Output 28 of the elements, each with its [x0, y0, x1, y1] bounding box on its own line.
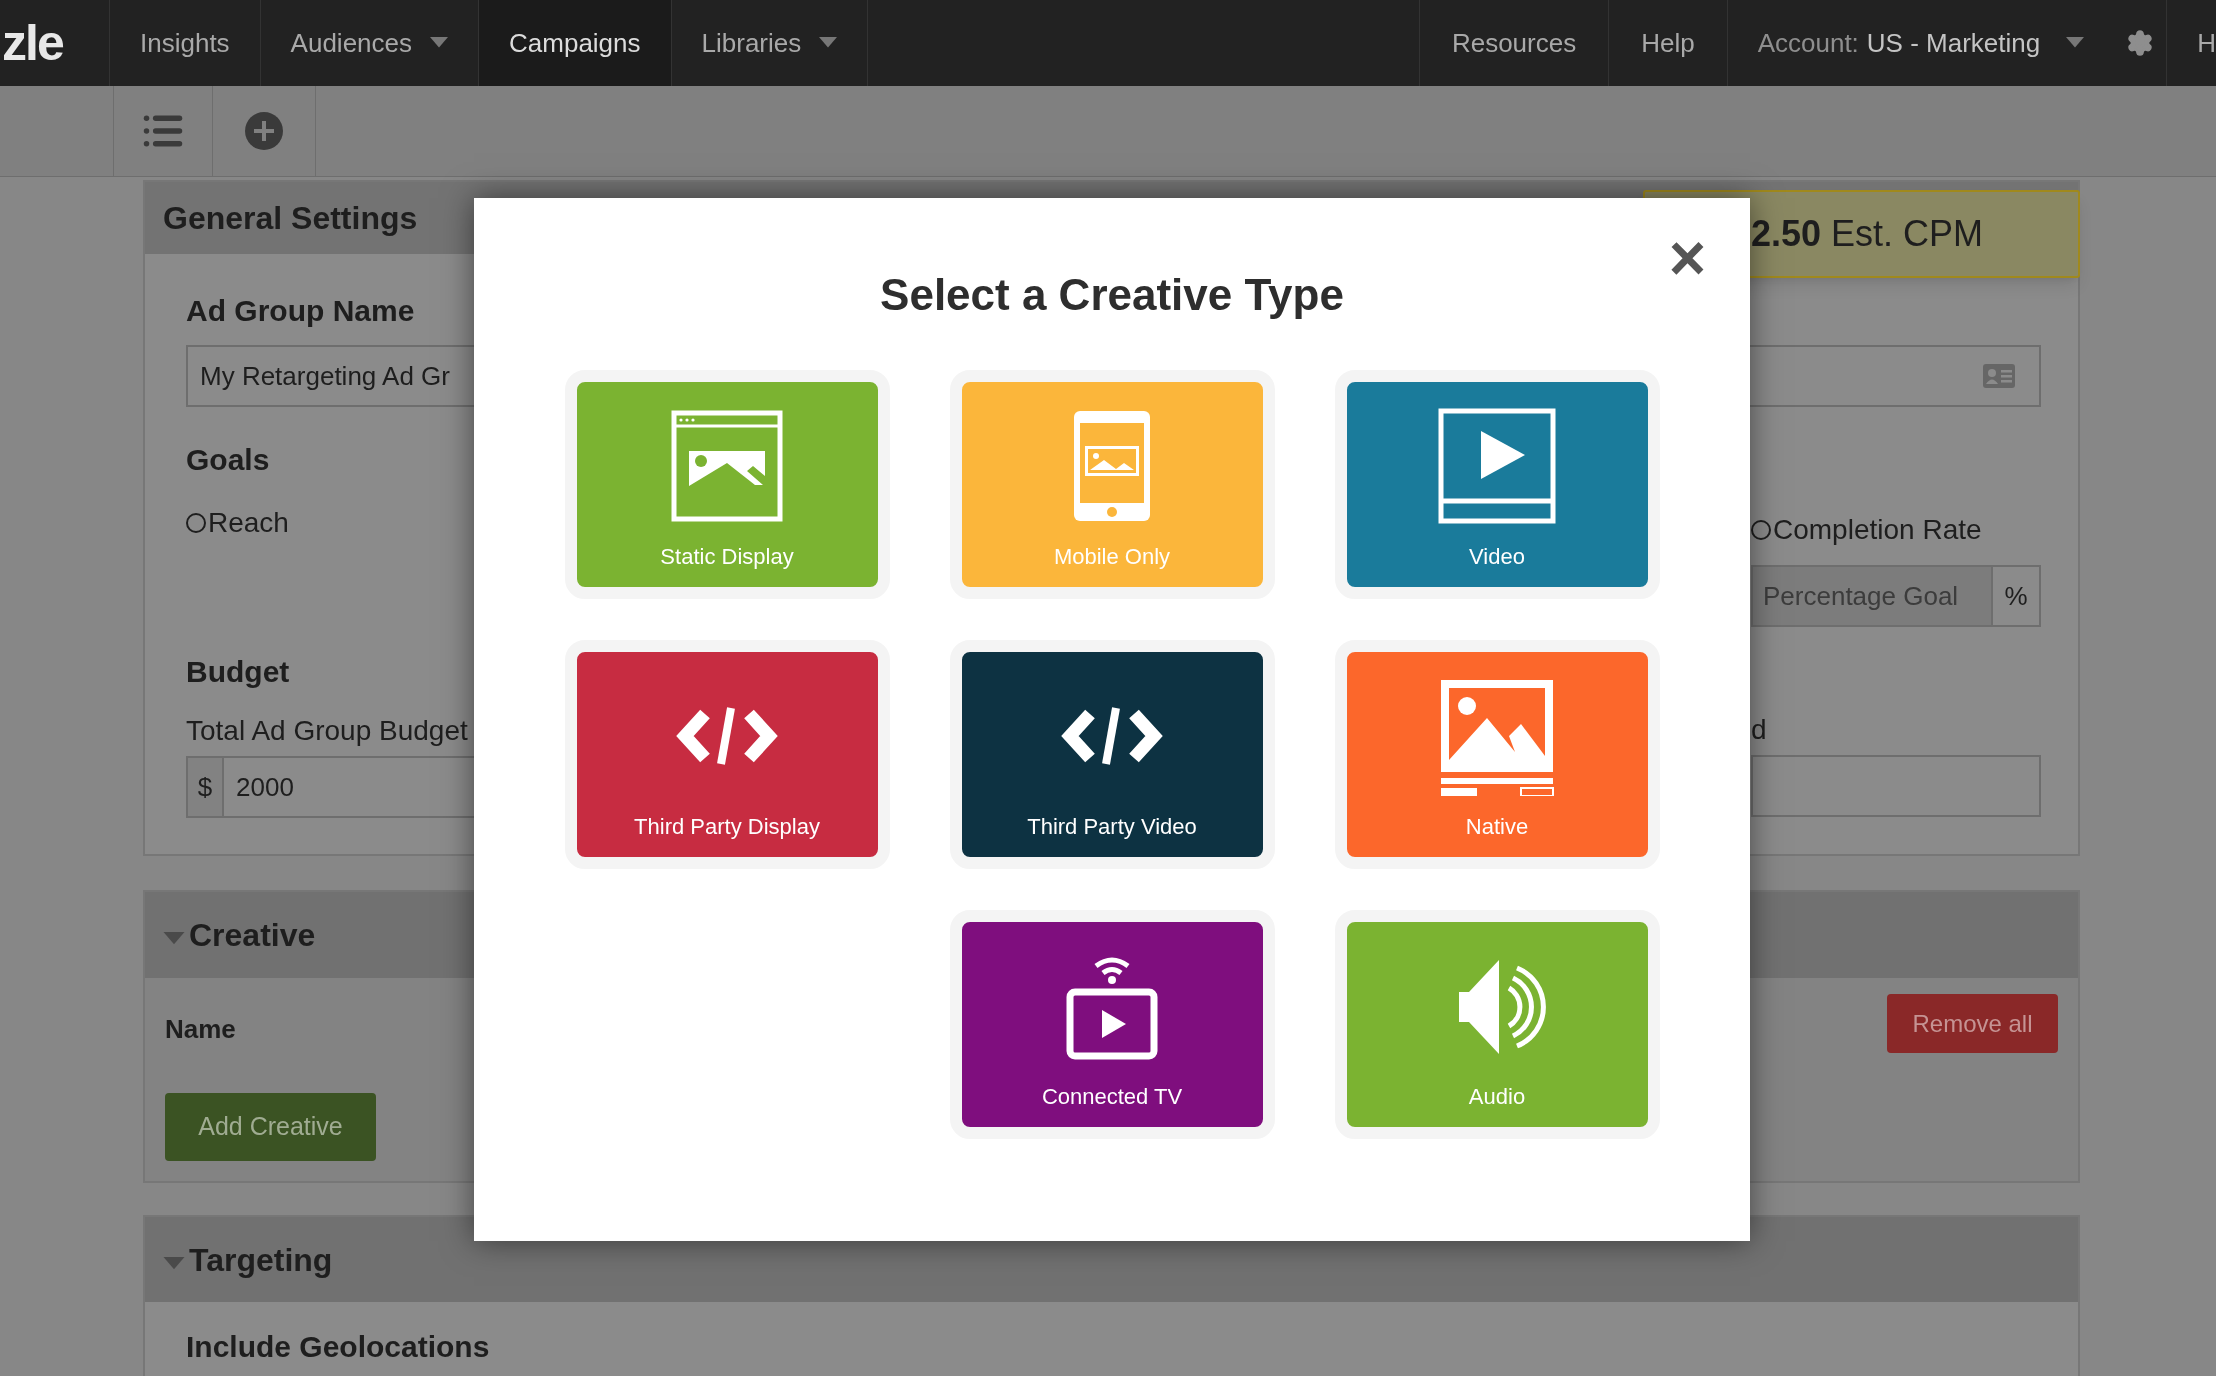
section-label: Goals: [186, 442, 270, 478]
panel-title: Targeting: [189, 1240, 333, 1280]
modal-title: Select a Creative Type: [880, 269, 1344, 321]
column-header: Name: [165, 1013, 237, 1046]
panel-title: General Settings: [163, 199, 418, 238]
caret-icon: [2066, 37, 2085, 49]
radio-label: Completion Rate: [1773, 513, 1982, 547]
field-label: Total Ad Group Budget: [186, 714, 468, 748]
creative-type-tile[interactable]: Connected TV: [949, 910, 1275, 1139]
radio-label: Reach: [208, 506, 289, 540]
field-label: d: [1751, 713, 1767, 747]
panel-title: Creative: [189, 916, 316, 955]
nav-item[interactable]: Campaigns: [479, 0, 672, 86]
radio-button[interactable]: [186, 513, 206, 533]
section-label: Include Geolocations: [186, 1329, 490, 1365]
field-label: Ad Group Name: [186, 293, 415, 329]
percent-addon: %: [1993, 565, 2041, 627]
contact-card-icon: [1983, 364, 2015, 388]
section-label: Budget: [186, 654, 290, 690]
video-player-icon: [1437, 406, 1557, 526]
list-icon[interactable]: [113, 86, 213, 176]
creative-type-tile[interactable]: Video: [1334, 370, 1660, 599]
add-creative-button[interactable]: Add Creative: [165, 1093, 376, 1161]
currency-addon: $: [186, 756, 224, 818]
creative-type-tile[interactable]: Third Party Video: [949, 640, 1275, 869]
text-field[interactable]: [1751, 755, 2041, 817]
nav-item[interactable]: H: [2167, 0, 2216, 86]
creative-type-tile[interactable]: Third Party Display: [564, 640, 890, 869]
